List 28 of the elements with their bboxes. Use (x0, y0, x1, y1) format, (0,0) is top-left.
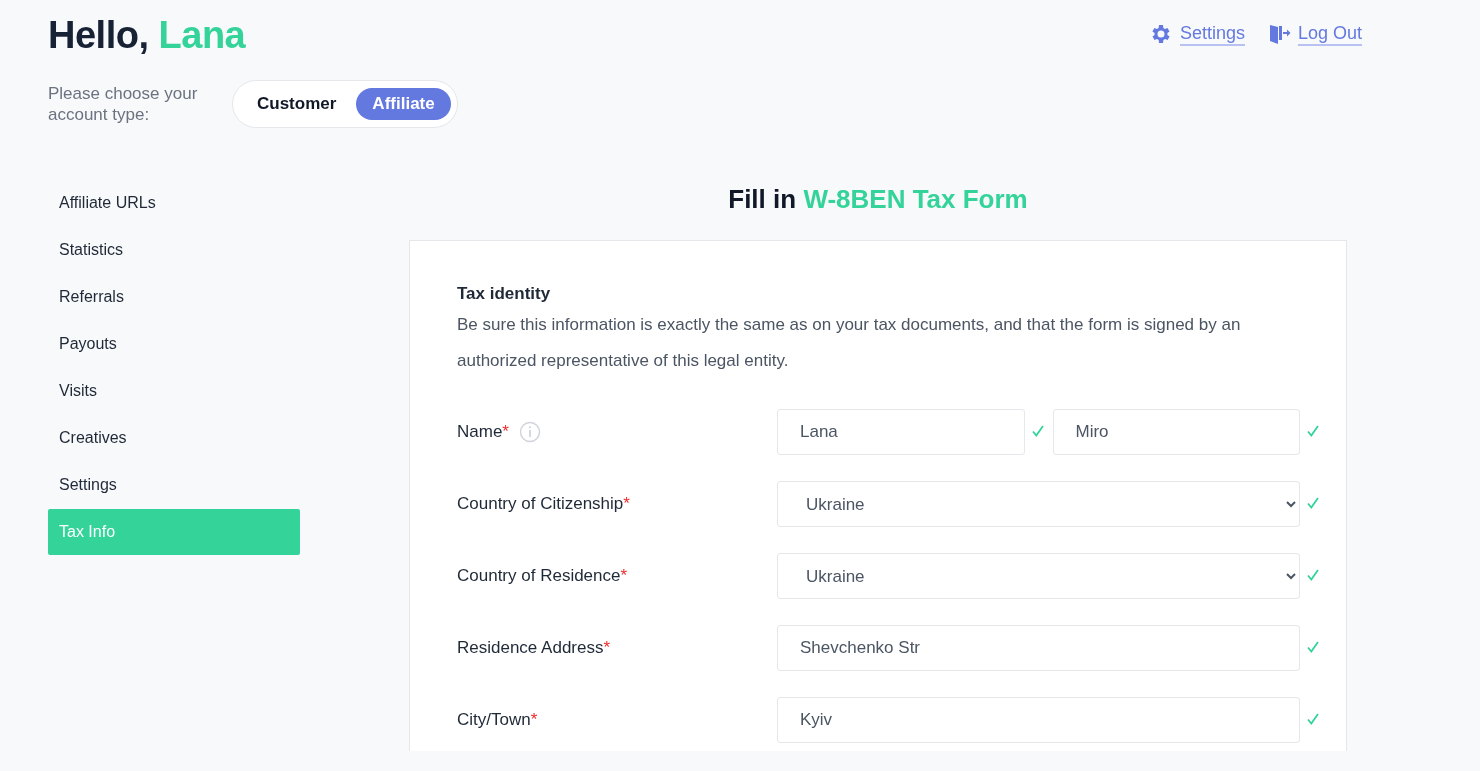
account-type-option[interactable]: Customer (241, 88, 353, 120)
settings-link[interactable]: Settings (1148, 22, 1245, 46)
field-label: Country of Citizenship* (457, 494, 630, 514)
account-type-prompt: Please choose your account type: (48, 83, 199, 125)
form-title: Fill in W-8BEN Tax Form (728, 183, 1028, 216)
input-field[interactable]: Miro (1052, 409, 1300, 455)
input-field[interactable]: Lana (777, 409, 1025, 455)
account-type-option[interactable]: Affiliate (356, 88, 451, 120)
field-label: City/Town* (457, 710, 538, 730)
sidebar-item[interactable]: Referrals (48, 274, 300, 321)
greeting-heading: Hello, Lana (48, 13, 246, 58)
info-icon[interactable] (519, 421, 541, 443)
input-field[interactable]: Shevchenko Str (777, 625, 1300, 671)
sidebar-item[interactable]: Affiliate URLs (48, 180, 300, 227)
field-label: Residence Address* (457, 638, 611, 658)
field-label: Name* (457, 422, 509, 442)
logout-link[interactable]: Log Out (1266, 22, 1362, 46)
country-dropdown[interactable]: Ukraine (777, 553, 1300, 599)
sidebar-item[interactable]: Settings (48, 462, 300, 509)
section-title: Tax identity (457, 283, 552, 305)
section-description: Be sure this information is exactly the same as on your tax documents, and that the form is signed by an authorized representative of this legal entity. (457, 314, 1242, 372)
field-label: Country of Residence* (457, 566, 628, 586)
sidebar-item[interactable]: Statistics (48, 227, 300, 274)
sidebar-item[interactable]: Creatives (48, 415, 300, 462)
country-dropdown[interactable]: Ukraine (777, 481, 1300, 527)
sidebar-item[interactable]: Payouts (48, 321, 300, 368)
sidebar-item[interactable]: Visits (48, 368, 300, 415)
input-field[interactable]: Kyiv (777, 697, 1300, 743)
